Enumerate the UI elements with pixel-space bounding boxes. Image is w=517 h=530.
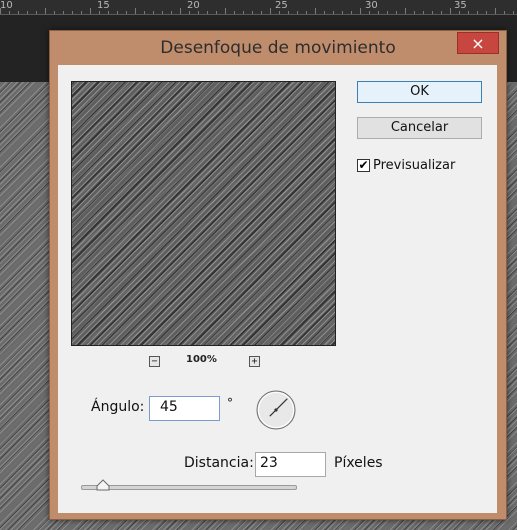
ruler-tick <box>90 8 91 14</box>
zoom-out-button[interactable]: − <box>149 356 160 367</box>
ruler-tick <box>387 11 388 14</box>
ruler-tick <box>441 11 442 14</box>
ruler-tick <box>369 11 370 14</box>
ruler-label: 20 <box>187 0 200 11</box>
ruler-tick <box>225 8 226 14</box>
ruler-tick <box>81 11 82 14</box>
ruler-tick <box>9 11 10 14</box>
ruler-tick <box>378 11 379 14</box>
ruler-tick <box>108 11 109 14</box>
ruler-tick <box>144 11 145 14</box>
ruler-tick <box>396 11 397 14</box>
ruler-tick <box>450 8 451 14</box>
ruler-tick <box>270 8 271 14</box>
ruler-tick <box>315 8 316 14</box>
distance-slider-thumb[interactable] <box>96 479 110 491</box>
ruler-tick <box>234 11 235 14</box>
angle-dial[interactable] <box>255 389 297 431</box>
ruler-tick <box>423 11 424 14</box>
close-button[interactable]: × <box>457 32 499 54</box>
dialog-title: Desenfoque de movimiento <box>160 38 396 58</box>
ruler-tick <box>216 11 217 14</box>
motion-blur-dialog: Desenfoque de movimiento × − 100% + OK C… <box>49 30 507 520</box>
ruler-tick <box>405 8 406 14</box>
ruler-tick <box>27 11 28 14</box>
ruler-label: 35 <box>454 0 467 11</box>
distance-unit: Píxeles <box>334 455 383 471</box>
ruler-tick <box>504 11 505 14</box>
ruler-tick <box>513 11 514 14</box>
ruler-tick <box>0 8 1 14</box>
ruler-tick <box>486 11 487 14</box>
ruler-label: 25 <box>275 0 288 11</box>
ruler-tick <box>477 11 478 14</box>
ruler-tick <box>351 11 352 14</box>
degree-symbol: ° <box>227 396 233 410</box>
ruler-tick <box>99 11 100 14</box>
ruler-tick <box>45 8 46 14</box>
ruler-tick <box>342 11 343 14</box>
ruler-tick <box>414 11 415 14</box>
ruler-tick <box>360 8 361 14</box>
preview-image[interactable] <box>71 81 336 346</box>
ruler-tick <box>117 11 118 14</box>
ruler-tick <box>297 11 298 14</box>
ruler-tick <box>36 11 37 14</box>
ruler-tick <box>279 11 280 14</box>
distance-label: Distancia: <box>184 455 254 471</box>
ruler-tick <box>189 11 190 14</box>
ruler-tick <box>324 11 325 14</box>
ruler-tick <box>495 8 496 14</box>
title-bar[interactable]: Desenfoque de movimiento × <box>50 31 506 65</box>
ruler-tick <box>243 11 244 14</box>
ruler-tick <box>432 11 433 14</box>
dialog-client-area: − 100% + OK Cancelar ✔ Previsualizar Áng… <box>58 65 497 513</box>
ruler-tick <box>18 11 19 14</box>
ruler-tick <box>306 11 307 14</box>
ruler-tick <box>126 11 127 14</box>
cancel-button[interactable]: Cancelar <box>357 117 482 139</box>
ruler-tick <box>252 11 253 14</box>
ruler-label: 15 <box>97 0 110 11</box>
ruler-tick <box>162 11 163 14</box>
ruler-tick <box>333 11 334 14</box>
ruler-tick <box>135 8 136 14</box>
ok-button[interactable]: OK <box>357 81 482 103</box>
ruler-tick <box>72 11 73 14</box>
ruler-tick <box>459 11 460 14</box>
distance-input[interactable]: 23 <box>255 452 326 477</box>
zoom-in-button[interactable]: + <box>249 356 260 367</box>
ruler-label: 10 <box>0 0 13 11</box>
ruler-tick <box>54 11 55 14</box>
distance-slider-track[interactable] <box>81 485 297 490</box>
preview-label: Previsualizar <box>373 158 456 173</box>
angle-label: Ángulo: <box>91 399 145 415</box>
zoom-level: 100% <box>186 354 217 365</box>
ruler-tick <box>153 11 154 14</box>
ruler-tick <box>468 11 469 14</box>
ruler-tick <box>63 11 64 14</box>
ruler-label: 30 <box>365 0 378 11</box>
ruler-tick <box>288 11 289 14</box>
ruler-tick <box>180 8 181 14</box>
horizontal-ruler: 10 15 20 25 30 35 <box>0 0 517 15</box>
ruler-tick <box>261 11 262 14</box>
ruler-tick <box>207 11 208 14</box>
ruler-tick <box>171 11 172 14</box>
checkmark-icon[interactable]: ✔ <box>357 159 370 172</box>
ruler-tick <box>198 11 199 14</box>
angle-input[interactable]: 45 <box>149 396 220 421</box>
